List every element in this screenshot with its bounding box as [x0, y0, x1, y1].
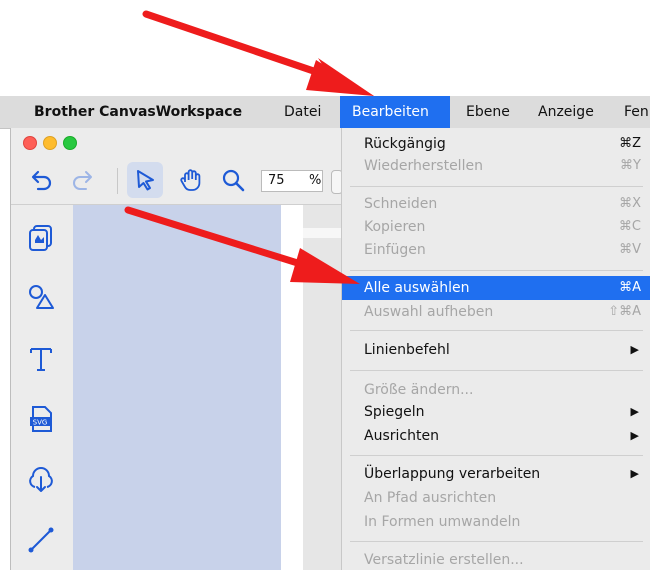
shapes-icon[interactable] — [25, 281, 57, 313]
menu-item-align[interactable]: Ausrichten ▶ — [342, 424, 650, 448]
menu-item-convert-to-shapes: In Formen umwandeln — [342, 510, 650, 534]
menu-separator — [350, 270, 643, 271]
menu-item-label: Versatzlinie erstellen... — [364, 552, 524, 568]
menu-item-label: In Formen umwandeln — [364, 514, 521, 530]
submenu-arrow-icon: ▶ — [630, 467, 639, 480]
menu-item-label: Wiederherstellen — [364, 158, 483, 174]
svg-text:SVG: SVG — [33, 419, 48, 427]
menu-item-mirror[interactable]: Spiegeln ▶ — [342, 400, 650, 424]
canvas-margin — [303, 205, 341, 570]
tracing-icon[interactable] — [25, 463, 57, 495]
window-close-button[interactable] — [23, 136, 37, 150]
redo-icon[interactable] — [69, 166, 97, 194]
select-arrow-icon[interactable] — [131, 166, 159, 194]
menu-item-label: Kopieren — [364, 219, 426, 235]
menu-item-label: Ausrichten — [364, 428, 439, 444]
zoom-unit: % — [309, 173, 322, 188]
text-icon[interactable] — [25, 343, 57, 375]
tool-sidebar: SVG — [11, 205, 73, 570]
toolbar-divider — [117, 168, 118, 194]
window-minimize-button[interactable] — [43, 136, 57, 150]
menu-item-label: An Pfad ausrichten — [364, 490, 497, 506]
menu-item-offset-line: Versatzlinie erstellen... — [342, 548, 650, 572]
menu-item-copy: Kopieren ⌘C — [342, 215, 650, 239]
toolbar: 75 % — [11, 156, 343, 205]
menu-fenster[interactable]: Fen — [624, 96, 649, 128]
window-titlebar — [11, 128, 341, 156]
menu-item-select-all[interactable]: Alle auswählen ⌘A — [342, 276, 650, 300]
zoom-icon[interactable] — [219, 166, 247, 194]
menu-item-label: Einfügen — [364, 242, 426, 258]
menu-app-name[interactable]: Brother CanvasWorkspace — [34, 96, 242, 128]
menu-separator — [350, 186, 643, 187]
shortcut-label: ⌘Y — [620, 158, 641, 173]
menu-separator — [350, 330, 643, 331]
edit-menu: Rückgängig ⌘Z Wiederherstellen ⌘Y Schnei… — [341, 128, 650, 570]
menu-item-label: Alle auswählen — [364, 280, 470, 296]
menu-item-cut: Schneiden ⌘X — [342, 192, 650, 216]
menu-item-label: Spiegeln — [364, 404, 425, 420]
canvas-area[interactable] — [73, 205, 281, 570]
menu-item-label: Größe ändern... — [364, 382, 474, 398]
menu-item-undo[interactable]: Rückgängig ⌘Z — [342, 132, 650, 156]
menu-ebene[interactable]: Ebene — [466, 96, 510, 128]
menu-separator — [350, 370, 643, 371]
menu-separator — [350, 455, 643, 456]
menu-bar: Brother CanvasWorkspace Datei Bearbeiten… — [0, 96, 650, 129]
menu-item-label: Überlappung verarbeiten — [364, 466, 541, 482]
menu-item-overlap[interactable]: Überlappung verarbeiten ▶ — [342, 462, 650, 486]
menu-item-deselect: Auswahl aufheben ⇧⌘A — [342, 300, 650, 324]
arrow-to-bearbeiten-menu — [142, 10, 374, 96]
menu-item-align-to-path: An Pfad ausrichten — [342, 486, 650, 510]
menu-anzeige[interactable]: Anzeige — [538, 96, 594, 128]
menu-item-label: Schneiden — [364, 196, 438, 212]
line-icon[interactable] — [25, 523, 57, 555]
shortcut-label: ⌘Z — [619, 136, 641, 151]
menu-item-line-command[interactable]: Linienbefehl ▶ — [342, 338, 650, 362]
menu-separator — [350, 541, 643, 542]
undo-icon[interactable] — [27, 166, 55, 194]
svg-import-icon[interactable]: SVG — [25, 403, 57, 435]
shortcut-label: ⌘V — [619, 242, 641, 257]
canvas-page-edge — [281, 205, 303, 570]
app-window: 75 % SVG — [10, 128, 343, 570]
submenu-arrow-icon: ▶ — [630, 343, 639, 356]
window-maximize-button[interactable] — [63, 136, 77, 150]
shortcut-label: ⌘X — [619, 196, 641, 211]
submenu-arrow-icon: ▶ — [630, 429, 639, 442]
menu-item-label: Auswahl aufheben — [364, 304, 494, 320]
menu-bearbeiten[interactable]: Bearbeiten — [340, 96, 450, 128]
menu-item-redo: Wiederherstellen ⌘Y — [342, 154, 650, 178]
shortcut-label: ⌘C — [618, 219, 641, 234]
pattern-icon[interactable] — [25, 221, 57, 253]
menu-item-label: Linienbefehl — [364, 342, 450, 358]
menu-item-resize: Größe ändern... — [342, 378, 650, 402]
menu-datei[interactable]: Datei — [284, 96, 321, 128]
shortcut-label: ⇧⌘A — [608, 304, 641, 319]
shortcut-label: ⌘A — [619, 280, 641, 295]
menu-item-label: Rückgängig — [364, 136, 446, 152]
menu-item-paste: Einfügen ⌘V — [342, 238, 650, 262]
canvas-ruler — [303, 228, 341, 238]
hand-icon[interactable] — [177, 166, 205, 194]
submenu-arrow-icon: ▶ — [630, 405, 639, 418]
